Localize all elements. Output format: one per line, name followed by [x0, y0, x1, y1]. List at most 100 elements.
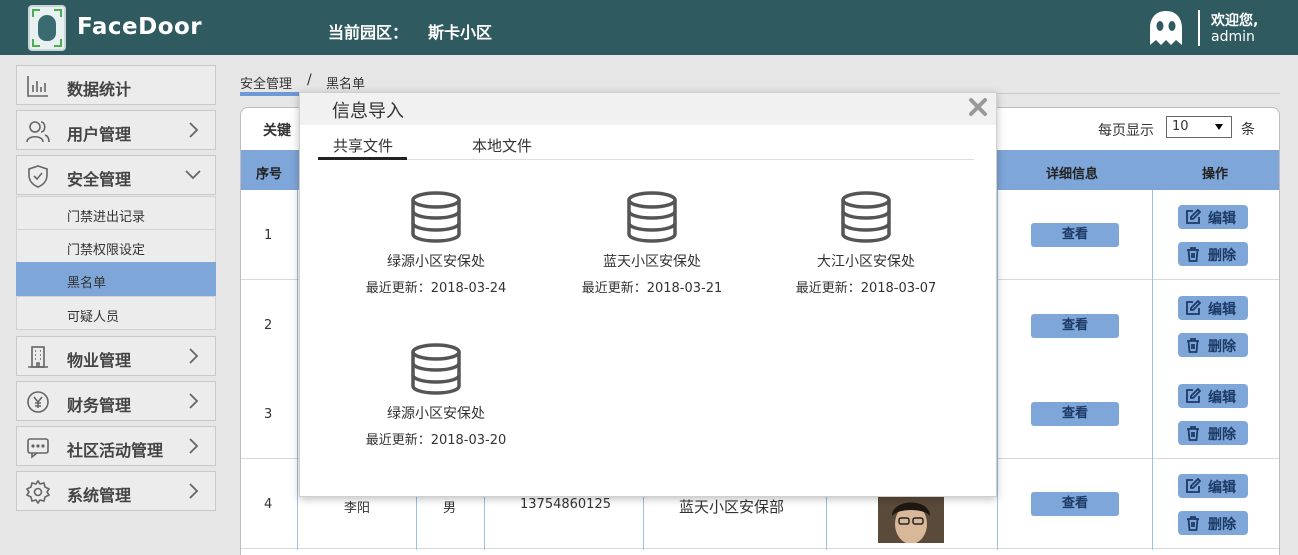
user-ghost-icon[interactable]	[1146, 9, 1186, 47]
welcome-text: 欢迎您,	[1211, 13, 1259, 29]
delete-label: 删除	[1208, 427, 1236, 443]
view-details-button[interactable]: 查看	[1031, 492, 1119, 516]
bar-chart-icon	[27, 76, 48, 97]
tab-divider	[318, 159, 974, 160]
sidebar-subitem-label: 门禁进出记录	[67, 210, 146, 225]
tab-shared-files[interactable]: 共享文件	[333, 135, 393, 156]
per-page-select[interactable]: 10	[1166, 116, 1232, 138]
file-name: 蓝天小区安保处	[603, 254, 701, 270]
file-name: 大江小区安保处	[817, 254, 915, 270]
shield-icon	[28, 165, 48, 188]
delete-button[interactable]: 删除	[1178, 242, 1248, 266]
edit-icon	[1186, 478, 1201, 493]
sidebar-item-label: 系统管理	[67, 486, 132, 505]
per-page-unit: 条	[1241, 122, 1255, 138]
delete-label: 删除	[1208, 517, 1236, 533]
column-divider	[997, 190, 998, 550]
edit-label: 编辑	[1208, 302, 1236, 318]
sidebar-item-system[interactable]: 系统管理	[16, 471, 216, 511]
header-index: 序号	[256, 167, 283, 182]
facedoor-logo-icon	[28, 5, 66, 51]
edit-label: 编辑	[1208, 480, 1236, 496]
database-icon	[627, 191, 677, 243]
row-gender: 男	[443, 501, 457, 516]
sidebar-subitem-suspicious[interactable]: 可疑人员	[16, 296, 216, 330]
file-updated: 最近更新：2018-03-20	[365, 433, 507, 448]
per-page-value: 10	[1172, 119, 1189, 134]
row-index: 1	[264, 228, 273, 243]
shared-file-item[interactable]: 大江小区安保处 最近更新：2018-03-07	[766, 191, 966, 296]
row-index: 4	[264, 497, 273, 512]
view-details-button[interactable]: 查看	[1031, 314, 1119, 338]
chevron-right-icon	[189, 483, 199, 499]
trash-icon	[1187, 516, 1199, 531]
current-park-name[interactable]: 斯卡小区	[428, 19, 492, 43]
sidebar-item-community-events[interactable]: 社区活动管理	[16, 426, 216, 466]
delete-button[interactable]: 删除	[1178, 421, 1248, 445]
header-details: 详细信息	[1046, 167, 1099, 182]
view-details-button[interactable]: 查看	[1031, 223, 1119, 247]
edit-icon	[1186, 209, 1201, 224]
edit-button[interactable]: 编辑	[1178, 205, 1248, 229]
shared-file-item[interactable]: 绿源小区安保处 最近更新：2018-03-24	[336, 191, 536, 296]
breadcrumb-separator: /	[307, 72, 312, 88]
current-park-label: 当前园区：	[328, 23, 409, 42]
chevron-right-icon	[189, 348, 199, 364]
column-divider	[297, 190, 298, 550]
delete-label: 删除	[1208, 339, 1236, 355]
breadcrumb-page: 黑名单	[326, 77, 366, 92]
sidebar-subitem-access-log[interactable]: 门禁进出记录	[16, 196, 216, 230]
dialog-header: 信息导入	[300, 93, 996, 125]
edit-button[interactable]: 编辑	[1178, 296, 1248, 320]
sidebar-item-label: 物业管理	[67, 351, 132, 370]
trash-icon	[1187, 247, 1199, 262]
row-phone: 13754860125	[520, 497, 611, 512]
dialog-title: 信息导入	[332, 101, 404, 122]
sidebar-item-label: 财务管理	[67, 396, 132, 415]
chat-icon	[27, 438, 49, 459]
chevron-right-icon	[189, 122, 199, 138]
close-icon[interactable]	[968, 97, 988, 117]
sidebar-item-finance[interactable]: 财务管理	[16, 381, 216, 421]
file-name: 绿源小区安保处	[387, 406, 485, 422]
app-name: FaceDoor	[77, 14, 203, 40]
row-department: 蓝天小区安保部	[679, 498, 785, 516]
sidebar-subitem-label: 黑名单	[67, 276, 107, 291]
file-updated: 最近更新：2018-03-24	[365, 281, 507, 296]
database-icon	[841, 191, 891, 243]
row-index: 2	[264, 318, 273, 333]
sidebar-item-label: 用户管理	[67, 125, 132, 144]
sidebar-item-label: 社区活动管理	[67, 441, 164, 460]
edit-icon	[1186, 388, 1201, 403]
file-updated: 最近更新：2018-03-21	[581, 281, 723, 296]
sidebar-subitem-label: 门禁权限设定	[67, 243, 146, 258]
sidebar-subitem-access-permission[interactable]: 门禁权限设定	[16, 229, 216, 263]
top-header: FaceDoor 当前园区： 斯卡小区 欢迎您, admin	[0, 0, 1298, 55]
sidebar-item-label: 数据统计	[67, 80, 132, 99]
per-page-label: 每页显示	[1098, 123, 1154, 139]
breadcrumb-section[interactable]: 安全管理	[240, 73, 292, 92]
sidebar-item-statistics[interactable]: 数据统计	[16, 65, 216, 105]
sidebar-item-label: 安全管理	[67, 170, 132, 189]
tab-local-files[interactable]: 本地文件	[472, 135, 532, 156]
username[interactable]: admin	[1211, 29, 1255, 45]
sidebar-subitem-blacklist[interactable]: 黑名单	[16, 262, 216, 296]
users-icon	[26, 121, 50, 143]
edit-label: 编辑	[1208, 390, 1236, 406]
database-icon	[411, 343, 461, 395]
chevron-right-icon	[189, 438, 199, 454]
sidebar-item-users[interactable]: 用户管理	[16, 110, 216, 150]
sidebar-item-security[interactable]: 安全管理	[16, 155, 216, 195]
dropdown-arrow-icon	[1215, 124, 1223, 130]
edit-button[interactable]: 编辑	[1178, 474, 1248, 498]
view-details-button[interactable]: 查看	[1031, 402, 1119, 426]
trash-icon	[1187, 426, 1199, 441]
edit-button[interactable]: 编辑	[1178, 384, 1248, 408]
shared-file-item[interactable]: 绿源小区安保处 最近更新：2018-03-20	[336, 343, 536, 448]
shared-file-item[interactable]: 蓝天小区安保处 最近更新：2018-03-21	[552, 191, 752, 296]
delete-button[interactable]: 删除	[1178, 333, 1248, 357]
delete-button[interactable]: 删除	[1178, 511, 1248, 535]
row-index: 3	[264, 407, 273, 422]
sidebar-item-property[interactable]: 物业管理	[16, 336, 216, 376]
delete-label: 删除	[1208, 248, 1236, 264]
